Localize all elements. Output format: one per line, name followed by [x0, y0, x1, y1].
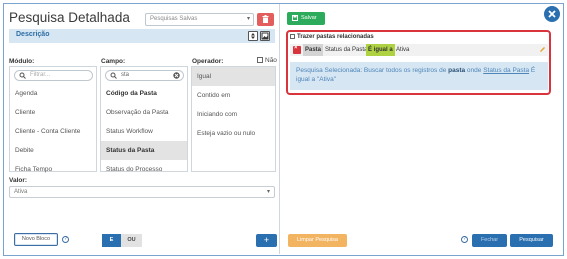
campo-list: Código da Pasta Observação da Pasta Stat… [101, 84, 187, 179]
modulo-list: Agenda Cliente Cliente - Conta Cliente D… [10, 84, 96, 179]
clear-search-button[interactable]: Limpar Pesquisa [288, 234, 347, 247]
trash-icon [262, 15, 269, 23]
clear-icon[interactable] [173, 72, 180, 79]
modulo-search-input[interactable]: Filtrar... [14, 70, 93, 81]
checkbox-icon [257, 57, 263, 63]
image-button[interactable] [260, 31, 270, 41]
filter-valor: Ativa [396, 47, 410, 53]
list-item[interactable]: Debite [10, 141, 96, 160]
summary-text-1: Pesquisa Selecionada: Buscar todos os re… [296, 67, 449, 74]
summary-text-2: onde [465, 67, 484, 74]
remove-icon: × [294, 45, 298, 51]
save-button[interactable]: Salvar [287, 12, 325, 25]
fechar-button[interactable]: Fechar [472, 234, 507, 247]
filter-modulo: Pasta [303, 44, 324, 56]
list-item[interactable]: Status Workflow [101, 122, 187, 141]
list-item[interactable]: Esteja vazio ou nulo [192, 124, 275, 143]
campo-label: Campo: [101, 58, 126, 65]
modulo-label: Módulo: [9, 58, 35, 65]
list-item[interactable]: Observação da Pasta [101, 103, 187, 122]
close-button[interactable] [544, 6, 560, 22]
campo-panel: sta Código da Pasta Observação da Pasta … [100, 66, 188, 173]
list-item[interactable]: Iniciando com [192, 105, 275, 124]
list-item[interactable]: Agenda [10, 84, 96, 103]
and-button[interactable]: E [102, 234, 121, 247]
sort-button[interactable] [248, 31, 258, 41]
operador-list: Igual Contido em Iniciando com Esteja va… [192, 67, 275, 143]
list-item[interactable]: Cliente - Conta Cliente [10, 122, 96, 141]
list-item[interactable]: Contido em [192, 86, 275, 105]
remove-filter-button[interactable]: × [293, 45, 301, 54]
save-icon [292, 15, 298, 21]
sort-icon [251, 33, 255, 39]
operador-label: Operador: [192, 58, 224, 65]
filter-campo: Status da Pasta [325, 47, 368, 53]
selected-filters-box: Trazer pastas relacionadas × Pasta Statu… [286, 30, 551, 95]
search-icon [19, 72, 26, 79]
filter-row: × Pasta Status da Pasta É igual a Ativa [290, 44, 548, 56]
add-filter-button[interactable]: + [256, 234, 277, 247]
or-button[interactable]: OU [121, 234, 142, 247]
save-label: Salvar [301, 15, 317, 21]
chevron-down-icon: ▾ [246, 16, 250, 22]
image-icon [261, 32, 269, 40]
help-icon[interactable]: ? [62, 236, 69, 243]
description-bar[interactable]: Descrição [9, 29, 275, 43]
chevron-down-icon: ▾ [266, 189, 270, 195]
description-label: Descrição [16, 31, 50, 38]
trazer-pastas-checkbox[interactable]: Trazer pastas relacionadas [290, 34, 374, 40]
valor-select[interactable]: Ativa ▾ [9, 186, 275, 198]
operador-panel: Igual Contido em Iniciando com Esteja va… [191, 66, 276, 172]
page-title: Pesquisa Detalhada [9, 10, 130, 25]
list-item[interactable]: Código da Pasta [101, 84, 187, 103]
logic-toggle: E OU [102, 234, 142, 247]
valor-label: Valor: [9, 177, 28, 184]
novo-bloco-button[interactable]: Novo Bloco [14, 233, 58, 246]
summary-field: Status da Pasta [483, 67, 530, 74]
campo-search-value: sta [121, 72, 130, 78]
summary-entity: pasta [448, 67, 466, 74]
search-icon [110, 72, 117, 79]
modulo-panel: Filtrar... Agenda Cliente Cliente - Cont… [9, 66, 97, 173]
valor-selected: Ativa [14, 189, 28, 195]
panel-divider [279, 4, 280, 254]
saved-searches-placeholder: Pesquisas Salvas [150, 16, 198, 22]
close-icon [548, 10, 556, 18]
saved-searches-select[interactable]: Pesquisas Salvas ▾ [145, 13, 254, 26]
campo-search-input[interactable]: sta [105, 70, 184, 81]
list-item-selected[interactable]: Igual [192, 67, 275, 86]
delete-saved-search-button[interactable] [257, 13, 274, 26]
pesquisar-button[interactable]: Pesquisar [510, 234, 553, 247]
help-icon[interactable]: ? [461, 236, 468, 243]
filter-operador: É igual a [366, 44, 395, 56]
list-item-selected[interactable]: Status da Pasta [101, 141, 187, 160]
pencil-icon[interactable] [539, 46, 546, 53]
nao-label: Não [265, 57, 277, 64]
nao-checkbox[interactable]: Não [257, 57, 277, 64]
trazer-label: Trazer pastas relacionadas [297, 34, 374, 40]
search-summary: Pesquisa Selecionada: Buscar todos os re… [290, 62, 548, 90]
modulo-search-placeholder: Filtrar... [30, 72, 51, 78]
checkbox-icon [290, 34, 295, 39]
list-item[interactable]: Cliente [10, 103, 96, 122]
list-item[interactable]: Status do Processo [101, 160, 187, 179]
